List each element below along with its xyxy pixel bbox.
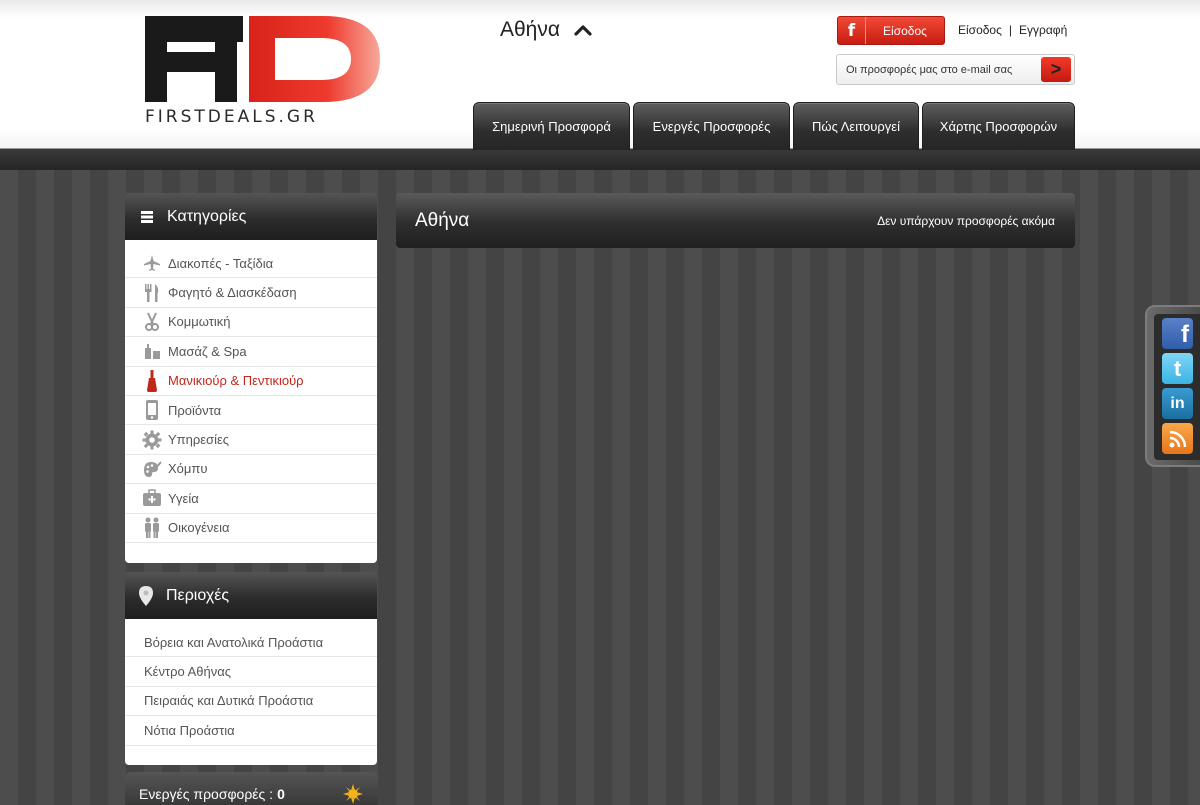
category-manicure-pedicure[interactable]: Μανικιούρ & Πεντικιούρ <box>125 367 377 396</box>
register-link[interactable]: Εγγραφή <box>1019 23 1067 37</box>
category-label: Φαγητό & Διασκέδαση <box>168 285 297 301</box>
category-label: Μασάζ & Spa <box>168 343 247 359</box>
active-deals-text: Ενεργές προσφορές : <box>139 786 274 802</box>
scissors-icon <box>142 312 162 332</box>
social-links-panel: f t in <box>1145 305 1200 467</box>
facebook-login-label: Είσοδος <box>883 23 927 38</box>
chevron-up-icon <box>574 24 592 36</box>
fork-knife-icon <box>142 283 162 303</box>
city-selector[interactable]: Αθήνα <box>500 18 592 42</box>
category-products[interactable]: Προϊόντα <box>125 396 377 426</box>
area-athens-center[interactable]: Κέντρο Αθήνας <box>125 657 377 687</box>
category-health[interactable]: Υγεία <box>125 484 377 514</box>
city-name: Αθήνα <box>500 18 561 41</box>
category-label: Υπηρεσίες <box>168 432 230 448</box>
category-hairdressing[interactable]: Κομμωτική <box>125 308 377 338</box>
category-label: Κομμωτική <box>168 314 231 330</box>
auth-separator: | <box>1008 23 1013 37</box>
auth-links: Είσοδος | Εγγραφή <box>958 23 1067 37</box>
palette-icon <box>142 459 162 479</box>
category-massage-spa[interactable]: Μασάζ & Spa <box>125 337 377 367</box>
category-hobby[interactable]: Χόμπυ <box>125 455 377 485</box>
facebook-f-icon: f <box>838 17 866 44</box>
location-pin-icon <box>138 585 154 607</box>
facebook-icon[interactable]: f <box>1162 318 1193 349</box>
areas-title: Περιοχές <box>166 586 230 604</box>
sun-badge-icon <box>343 784 363 805</box>
active-deals-counter: Ενεργές προσφορές :0 <box>125 772 378 805</box>
twitter-icon[interactable]: t <box>1162 353 1193 384</box>
airplane-icon <box>142 253 162 273</box>
logo-wordmark: FIRSTDEALS.GR <box>145 107 318 127</box>
facebook-login-button[interactable]: f Είσοδος <box>837 16 945 45</box>
family-icon <box>142 517 162 538</box>
active-deals-count: 0 <box>277 786 285 802</box>
main-title: Αθήνα <box>415 210 470 231</box>
category-label: Προϊόντα <box>168 402 222 418</box>
tab-todays-deal[interactable]: Σημερινή Προσφορά <box>473 102 630 150</box>
category-label: Διακοπές - Ταξίδια <box>168 255 274 271</box>
area-south[interactable]: Νότια Προάστια <box>125 716 377 746</box>
tab-deals-map[interactable]: Χάρτης Προσφορών <box>922 102 1075 150</box>
gear-icon <box>142 430 162 450</box>
tab-how-it-works[interactable]: Πώς Λειτουργεί <box>793 102 919 150</box>
medical-kit-icon <box>142 488 162 508</box>
login-link[interactable]: Είσοδος <box>958 23 1002 37</box>
city-deals-header: Αθήνα Δεν υπάρχουν προσφορές ακόμα <box>396 193 1075 248</box>
categories-title: Κατηγορίες <box>167 207 247 225</box>
newsletter-submit-button[interactable]: > <box>1041 57 1071 82</box>
category-services[interactable]: Υπηρεσίες <box>125 425 377 455</box>
areas-list: Βόρεια και Ανατολικά Προάστια Κέντρο Αθή… <box>125 619 377 765</box>
social-links-inner: f t in <box>1154 314 1200 460</box>
active-deals-label: Ενεργές προσφορές :0 <box>139 786 285 802</box>
categories-list: Διακοπές - Ταξίδια Φαγητό & Διασκέδαση Κ… <box>125 240 377 563</box>
nail-polish-icon <box>142 369 162 392</box>
rss-icon[interactable] <box>1162 423 1193 454</box>
areas-header: Περιοχές <box>125 572 377 619</box>
area-piraeus-west[interactable]: Πειραιάς και Δυτικά Προάστια <box>125 687 377 717</box>
newsletter-email-input[interactable] <box>846 61 1036 79</box>
newsletter-form: > <box>836 54 1075 85</box>
category-travel[interactable]: Διακοπές - Ταξίδια <box>125 249 377 279</box>
categories-header: Κατηγορίες <box>125 193 377 240</box>
category-label: Υγεία <box>168 490 199 506</box>
category-label: Μανικιούρ & Πεντικιούρ <box>168 373 304 389</box>
header-divider-bar <box>0 148 1200 170</box>
category-label: Χόμπυ <box>168 461 208 477</box>
tab-active-deals[interactable]: Ενεργές Προσφορές <box>633 102 790 150</box>
phone-icon <box>142 400 162 421</box>
category-family[interactable]: Οικογένεια <box>125 514 377 543</box>
category-label: Οικογένεια <box>168 520 230 536</box>
list-icon <box>141 210 153 223</box>
spa-bottles-icon <box>142 341 162 361</box>
linkedin-icon[interactable]: in <box>1162 388 1193 419</box>
category-food[interactable]: Φαγητό & Διασκέδαση <box>125 278 377 308</box>
area-north-east[interactable]: Βόρεια και Ανατολικά Προάστια <box>125 628 377 658</box>
no-deals-status: Δεν υπάρχουν προσφορές ακόμα <box>877 214 1055 228</box>
